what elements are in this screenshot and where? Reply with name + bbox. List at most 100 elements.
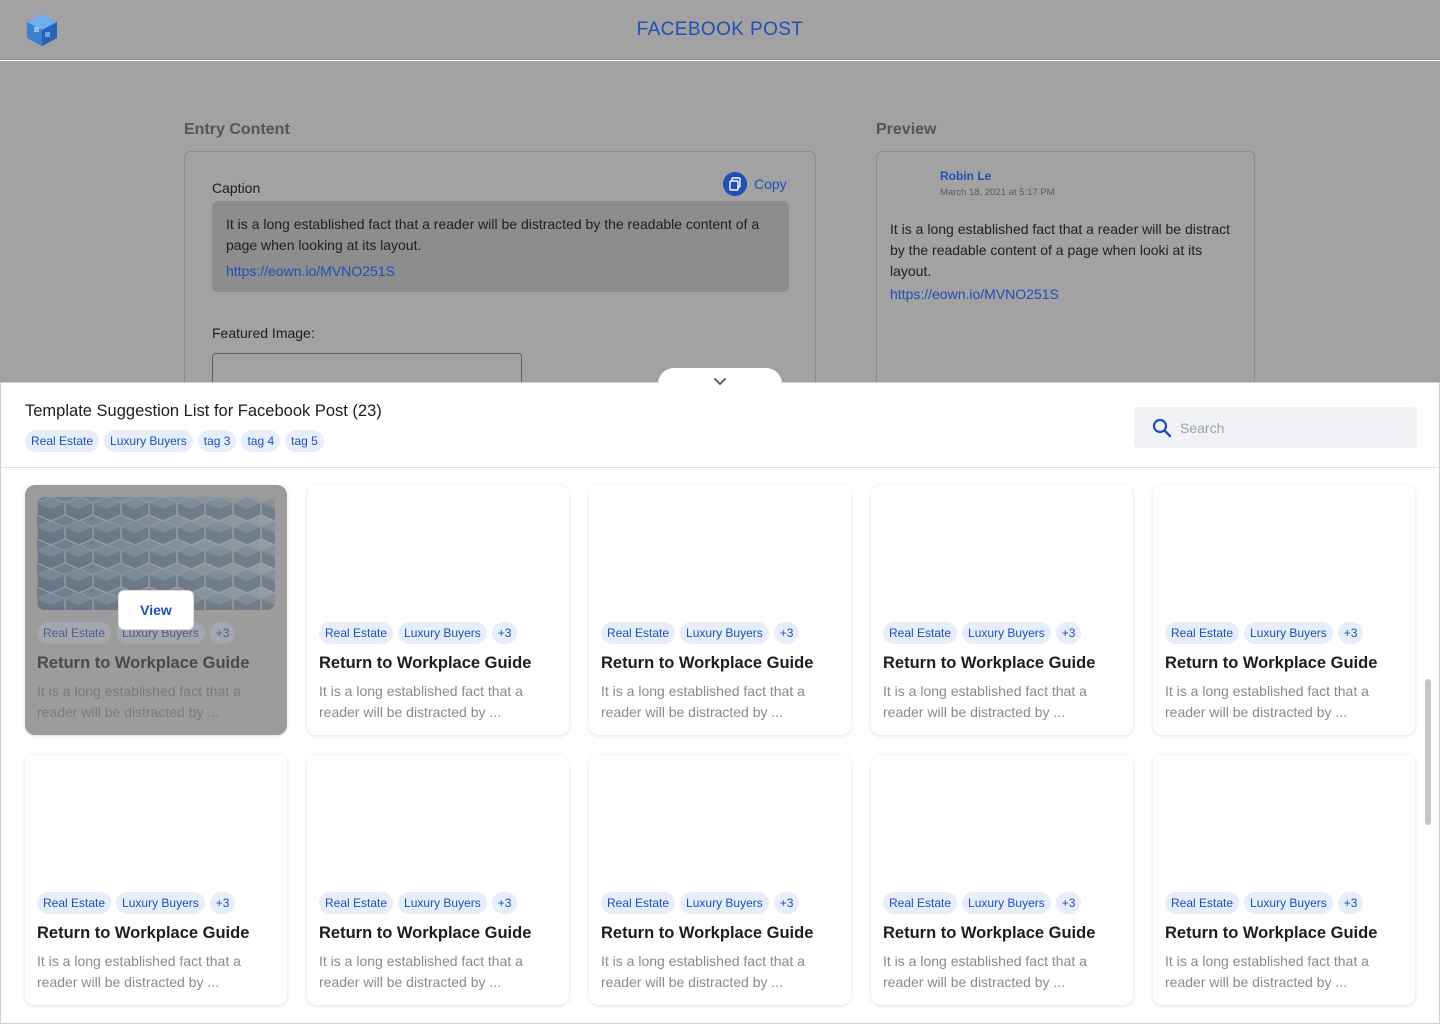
preview-text: It is a long established fact that a rea…	[890, 221, 1231, 279]
card-tag: Real Estate	[319, 622, 394, 644]
card-tag: +3	[773, 892, 800, 914]
search-input[interactable]	[1180, 419, 1400, 436]
search-icon	[1152, 418, 1172, 438]
card-tag: +3	[1337, 892, 1364, 914]
featured-image-dropzone[interactable]	[212, 353, 522, 382]
scrollbar-thumb[interactable]	[1425, 679, 1431, 825]
card-title: Return to Workplace Guide	[1165, 924, 1378, 942]
card-description: It is a long established fact that a rea…	[883, 683, 1087, 720]
card-title: Return to Workplace Guide	[601, 924, 814, 942]
template-card[interactable]: Real Estate Luxury Buyers +3 Return to Work…	[25, 755, 287, 1005]
card-tag: +3	[491, 892, 518, 914]
card-tags: Real Estate Luxury Buyers +3	[37, 892, 236, 914]
card-title: Return to Workplace Guide	[883, 654, 1096, 672]
card-tag: Real Estate	[883, 892, 958, 914]
copy-button[interactable]: Copy	[723, 172, 787, 196]
preview-author: Robin Le	[940, 169, 992, 183]
caption-textbox[interactable]: It is a long established fact that a rea…	[212, 201, 789, 292]
card-description: It is a long established fact that a rea…	[37, 683, 241, 720]
card-tag: +3	[491, 622, 518, 644]
card-title: Return to Workplace Guide	[1165, 654, 1378, 672]
filter-tag[interactable]: tag 4	[241, 430, 281, 452]
card-tag: Luxury Buyers	[116, 892, 205, 914]
card-description: It is a long established fact that a rea…	[1165, 953, 1369, 990]
card-tag: +3	[209, 622, 236, 644]
card-tag: Luxury Buyers	[680, 622, 769, 644]
template-card[interactable]: Real Estate Luxury Buyers +3 Return to Work…	[1153, 755, 1415, 1005]
card-tag: Real Estate	[319, 892, 394, 914]
filter-tag[interactable]: Luxury Buyers	[104, 430, 193, 452]
page-title: FACEBOOK POST	[636, 19, 804, 40]
search-box[interactable]	[1134, 407, 1417, 448]
card-tag: +3	[1337, 622, 1364, 644]
template-card[interactable]: Real Estate Luxury Buyers +3 Return to Work…	[307, 755, 569, 1005]
card-description: It is a long established fact that a rea…	[1165, 683, 1369, 720]
filter-tags: Real Estate Luxury Buyers tag 3 tag 4 tag 5	[25, 430, 324, 452]
featured-image-label: Featured Image:	[212, 325, 315, 341]
card-title: Return to Workplace Guide	[601, 654, 814, 672]
template-card[interactable]: Real Estate Luxury Buyers +3 Return to Work…	[25, 485, 287, 735]
card-tag: Luxury Buyers	[398, 892, 487, 914]
copy-icon	[723, 172, 747, 196]
panel-title: Template Suggestion List for Facebook Po…	[25, 402, 382, 420]
template-card[interactable]: Real Estate Luxury Buyers +3 Return to Work…	[307, 485, 569, 735]
template-grid: Real Estate Luxury Buyers +3 Return to Work…	[25, 485, 1417, 1024]
template-suggestion-panel: Template Suggestion List for Facebook Po…	[0, 382, 1440, 1024]
caption-text: It is a long established fact that a rea…	[226, 216, 760, 253]
card-description: It is a long established fact that a rea…	[883, 953, 1087, 990]
card-tag: Luxury Buyers	[962, 892, 1051, 914]
card-tag: Real Estate	[601, 622, 676, 644]
card-description: It is a long established fact that a rea…	[601, 953, 805, 990]
collapse-panel-tab[interactable]	[658, 368, 782, 385]
card-title: Return to Workplace Guide	[37, 924, 250, 942]
caption-label: Caption	[212, 180, 261, 196]
preview-link[interactable]: https://eown.io/MVNO251S	[890, 286, 1059, 302]
card-tags: Real Estate Luxury Buyers +3	[319, 892, 518, 914]
card-tag: Real Estate	[37, 892, 112, 914]
card-tags: Real Estate Luxury Buyers +3	[1165, 892, 1364, 914]
template-card[interactable]: Real Estate Luxury Buyers +3 Return to Work…	[1153, 485, 1415, 735]
card-tag: Luxury Buyers	[1244, 892, 1333, 914]
template-card[interactable]: Real Estate Luxury Buyers +3 Return to Work…	[871, 755, 1133, 1005]
card-tags: Real Estate Luxury Buyers +3	[601, 892, 800, 914]
copy-label: Copy	[754, 176, 787, 192]
card-title: Return to Workplace Guide	[883, 924, 1096, 942]
card-tag: Luxury Buyers	[1244, 622, 1333, 644]
card-title: Return to Workplace Guide	[37, 654, 250, 672]
panel-divider	[1, 467, 1439, 468]
filter-tag[interactable]: tag 5	[285, 430, 324, 452]
card-tag: +3	[773, 622, 800, 644]
caption-link[interactable]: https://eown.io/MVNO251S	[226, 261, 775, 282]
top-bar: FACEBOOK POST	[0, 0, 1440, 60]
template-card[interactable]: Real Estate Luxury Buyers +3 Return to Work…	[589, 755, 851, 1005]
view-button[interactable]: View	[118, 590, 194, 630]
card-tags: Real Estate Luxury Buyers +3	[601, 622, 800, 644]
card-tag: Real Estate	[601, 892, 676, 914]
card-title: Return to Workplace Guide	[319, 654, 532, 672]
card-tag: +3	[209, 892, 236, 914]
entry-content-label: Entry Content	[184, 121, 290, 138]
card-title: Return to Workplace Guide	[319, 924, 532, 942]
card-tags: Real Estate Luxury Buyers +3	[319, 622, 518, 644]
filter-tag[interactable]: tag 3	[197, 430, 237, 452]
template-card[interactable]: Real Estate Luxury Buyers +3 Return to Work…	[589, 485, 851, 735]
card-tags: Real Estate Luxury Buyers +3	[883, 892, 1082, 914]
preview-card: Robin Le March 18, 2021 at 5:17 PM It is…	[876, 151, 1255, 382]
chevron-down-icon	[713, 373, 727, 391]
filter-tag[interactable]: Real Estate	[25, 430, 100, 452]
card-description: It is a long established fact that a rea…	[601, 683, 805, 720]
card-tag: Luxury Buyers	[398, 622, 487, 644]
card-description: It is a long established fact that a rea…	[37, 953, 241, 990]
card-description: It is a long established fact that a rea…	[319, 683, 523, 720]
card-tag: Luxury Buyers	[680, 892, 769, 914]
card-tag: +3	[1055, 892, 1082, 914]
card-description: It is a long established fact that a rea…	[319, 953, 523, 990]
card-tag: Luxury Buyers	[962, 622, 1051, 644]
card-tag: Real Estate	[1165, 892, 1240, 914]
card-tags: Real Estate Luxury Buyers +3	[883, 622, 1082, 644]
template-card[interactable]: Real Estate Luxury Buyers +3 Return to Work…	[871, 485, 1133, 735]
entry-content-card: Caption Copy It is a long established fa…	[184, 151, 816, 382]
editor-backdrop: Entry Content Preview Caption Copy It is…	[0, 61, 1440, 382]
card-tag: Real Estate	[1165, 622, 1240, 644]
card-tags: Real Estate Luxury Buyers +3	[1165, 622, 1364, 644]
